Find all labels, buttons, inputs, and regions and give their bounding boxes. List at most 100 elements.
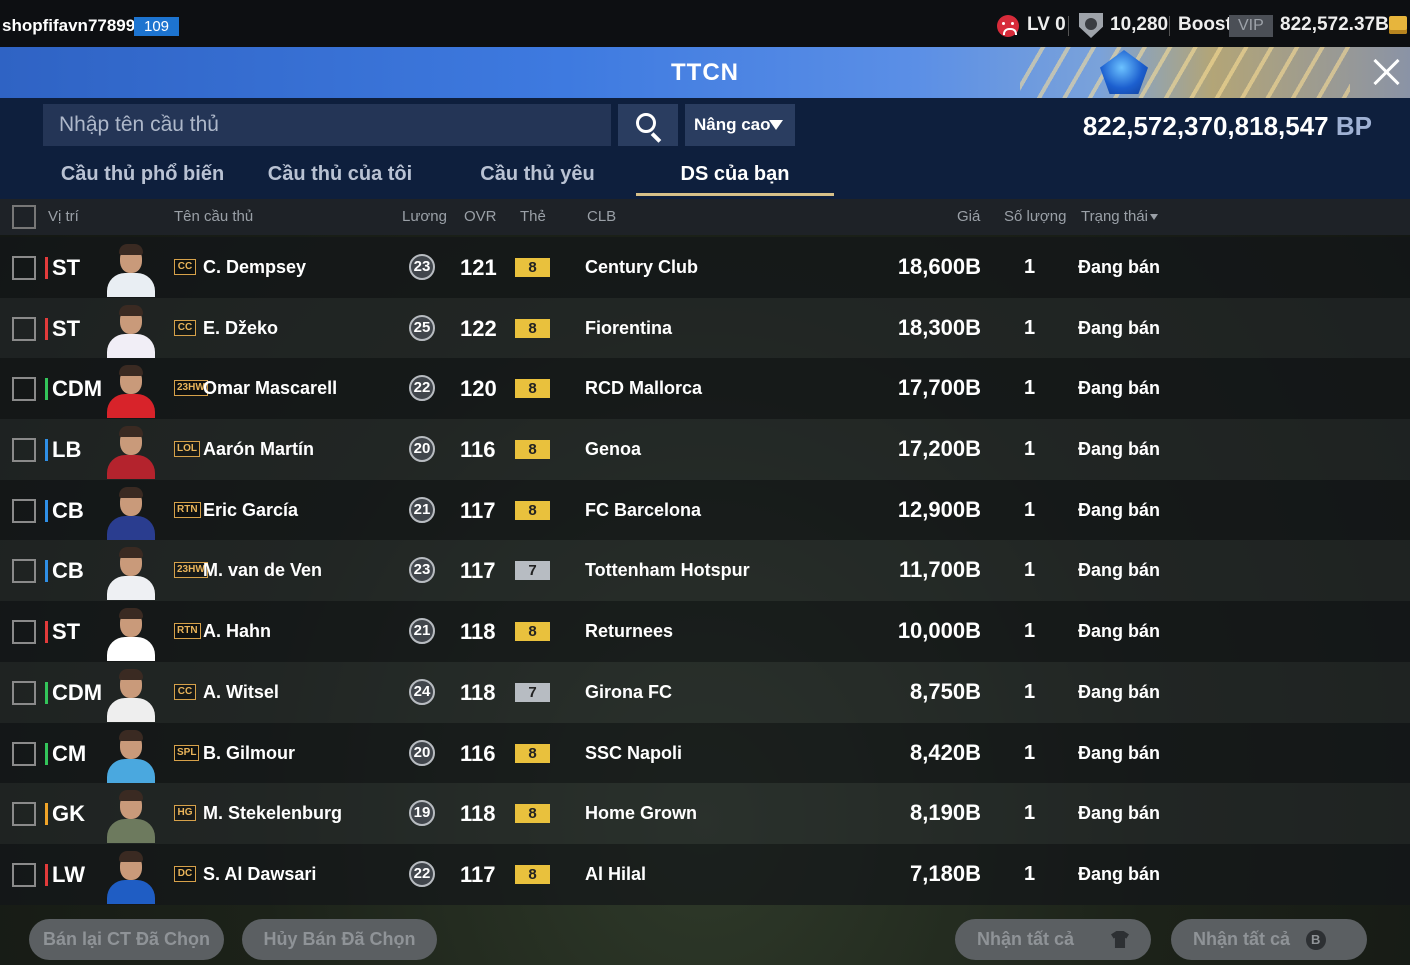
col-quantity[interactable]: Số lượng (1004, 208, 1066, 225)
player-portrait[interactable] (103, 423, 159, 480)
player-club: RCD Mallorca (585, 378, 703, 399)
col-price[interactable]: Giá (957, 208, 980, 225)
table-row[interactable]: ST RTN A. Hahn 21 118 8 Returnees 10,000… (0, 601, 1410, 662)
player-ovr: 120 (460, 376, 497, 402)
card-grade-badge: 8 (515, 258, 550, 277)
player-name[interactable]: Aarón Martín (203, 439, 314, 460)
select-all-checkbox[interactable] (12, 205, 36, 229)
advanced-filter-dropdown[interactable]: Nâng cao (685, 104, 795, 146)
close-icon[interactable] (1369, 55, 1403, 89)
player-portrait[interactable] (103, 787, 159, 844)
player-price: 17,200B (897, 436, 981, 462)
season-badge-icon: CC (174, 259, 196, 275)
table-row[interactable]: CDM CC A. Witsel 24 118 7 Girona FC 8,75… (0, 661, 1410, 723)
col-status[interactable]: Trạng thái (1081, 208, 1158, 225)
player-position: CDM (52, 376, 103, 402)
tab-favorite-players[interactable]: Cầu thủ yêu thích (455, 152, 620, 230)
portrait-hair (119, 244, 143, 255)
col-wage[interactable]: Lương (402, 208, 447, 225)
season-badge-icon: LOL (174, 441, 200, 458)
listing-status: Đang bán (1078, 863, 1161, 884)
row-checkbox[interactable] (12, 862, 36, 887)
shield-icon (1079, 13, 1103, 38)
player-portrait[interactable] (103, 241, 159, 297)
listing-status: Đang bán (1078, 439, 1161, 460)
player-portrait[interactable] (103, 302, 159, 358)
player-ovr: 118 (460, 619, 496, 645)
player-club: FC Barcelona (585, 499, 702, 520)
wage-badge: 21 (409, 496, 435, 523)
table-row[interactable]: CB RTN Eric García 21 117 8 FC Barcelona… (0, 479, 1410, 541)
boost-label[interactable]: Boost (1178, 14, 1232, 36)
listing-status: Đang bán (1078, 803, 1161, 824)
row-checkbox[interactable] (12, 316, 36, 341)
player-quantity: 1 (1024, 802, 1036, 825)
row-checkbox[interactable] (12, 680, 36, 705)
table-row[interactable]: GK HG M. Stekelenburg 19 118 8 Home Grow… (0, 783, 1410, 844)
player-price: 17,700B (897, 375, 981, 401)
player-name[interactable]: S. Al Dawsari (203, 864, 316, 885)
player-club: SSC Napoli (585, 742, 683, 763)
vip-badge[interactable]: VIP (1229, 15, 1273, 37)
position-color-bar (45, 621, 48, 644)
row-checkbox[interactable] (12, 498, 36, 523)
table-row[interactable]: ST CC E. Džeko 25 122 8 Fiorentina 18,30… (0, 297, 1410, 359)
table-row[interactable]: CB 23HW M. van de Ven 23 117 7 Tottenham… (0, 540, 1410, 602)
listing-status: Đang bán (1078, 742, 1161, 763)
lv-label: LV 0 (1027, 14, 1066, 35)
row-checkbox[interactable] (12, 741, 36, 766)
player-portrait[interactable] (103, 666, 159, 722)
player-name[interactable]: B. Gilmour (203, 743, 295, 764)
player-name[interactable]: Omar Mascarell (203, 378, 337, 399)
col-grade[interactable]: Thẻ (520, 208, 546, 225)
row-checkbox[interactable] (12, 559, 36, 584)
player-club: Home Grown (585, 803, 698, 824)
tab-my-players[interactable]: Cầu thủ của tôi (265, 152, 415, 199)
table-row[interactable]: CDM 23HW Omar Mascarell 22 120 8 RCD Mal… (0, 358, 1410, 420)
player-price: 8,190B (910, 800, 981, 826)
player-price: 8,420B (910, 739, 981, 765)
tab-popular-players[interactable]: Cầu thủ phổ biến (60, 152, 225, 199)
player-name[interactable]: A. Witsel (203, 682, 279, 703)
level-badge: 109 (134, 17, 180, 36)
table-row[interactable]: LB LOL Aarón Martín 20 116 8 Genoa 17,20… (0, 419, 1410, 480)
player-portrait[interactable] (103, 727, 159, 783)
row-checkbox[interactable] (12, 620, 36, 645)
row-checkbox[interactable] (12, 802, 36, 827)
player-portrait[interactable] (103, 544, 159, 601)
player-position: LW (52, 861, 85, 887)
tab-your-list[interactable]: DS của bạn (636, 152, 834, 199)
player-portrait[interactable] (103, 848, 159, 904)
row-checkbox[interactable] (12, 377, 36, 402)
col-name[interactable]: Tên cầu thủ (174, 208, 253, 225)
player-portrait[interactable] (103, 484, 159, 540)
table-row[interactable]: ST CC C. Dempsey 23 121 8 Century Club 1… (0, 237, 1410, 298)
player-name[interactable]: A. Hahn (203, 621, 271, 642)
row-checkbox[interactable] (12, 256, 36, 280)
player-name[interactable]: Eric García (203, 500, 298, 521)
table-row[interactable]: CM SPL B. Gilmour 20 116 8 SSC Napoli 8,… (0, 722, 1410, 784)
season-badge-icon: HG (174, 805, 196, 822)
col-position[interactable]: Vị trí (48, 208, 79, 225)
search-input[interactable] (43, 104, 611, 146)
player-portrait[interactable] (103, 605, 159, 662)
search-button[interactable] (618, 104, 678, 146)
claim-all-bp-button[interactable]: Nhận tất cả (1171, 919, 1367, 960)
player-list: ST CC C. Dempsey 23 121 8 Century Club 1… (0, 237, 1410, 905)
player-quantity: 1 (1024, 498, 1036, 521)
resell-selected-button[interactable]: Bán lại CT Đã Chọn (29, 919, 224, 960)
player-portrait[interactable] (103, 362, 159, 419)
player-name[interactable]: M. Stekelenburg (203, 803, 342, 824)
player-name[interactable]: M. van de Ven (203, 560, 322, 581)
divider (1068, 16, 1069, 36)
player-ovr: 117 (460, 558, 496, 584)
col-ovr[interactable]: OVR (464, 208, 497, 225)
cancel-selected-button[interactable]: Hủy Bán Đã Chọn (242, 919, 437, 960)
wage-badge: 23 (409, 557, 435, 584)
player-name[interactable]: E. Džeko (203, 318, 278, 339)
col-club[interactable]: CLB (587, 208, 616, 225)
row-checkbox[interactable] (12, 438, 36, 463)
claim-all-players-button[interactable]: Nhận tất cả (955, 919, 1151, 960)
table-row[interactable]: LW DC S. Al Dawsari 22 117 8 Al Hilal 7,… (0, 843, 1410, 905)
player-name[interactable]: C. Dempsey (203, 257, 306, 278)
